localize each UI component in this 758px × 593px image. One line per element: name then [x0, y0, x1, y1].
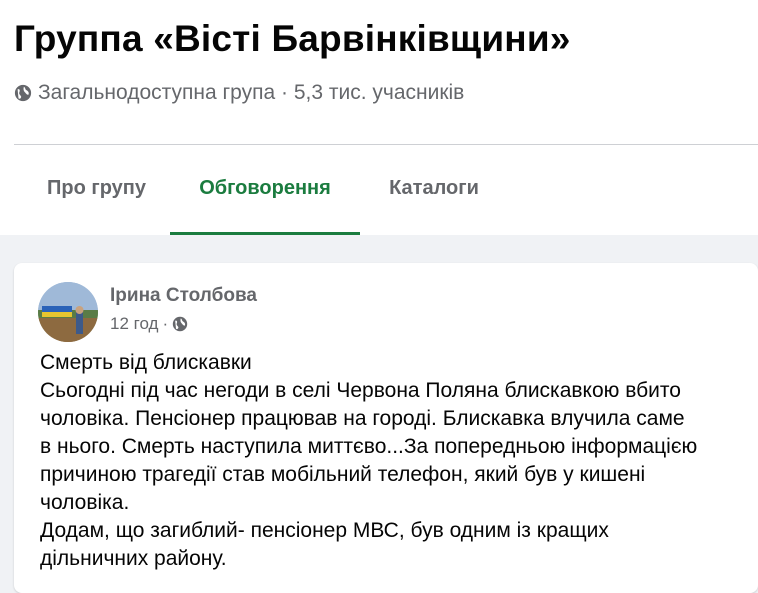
- group-header: Группа «Вісті Барвінківщини» Загальнодос…: [0, 0, 758, 235]
- post-timestamp[interactable]: 12 год: [110, 314, 158, 334]
- post-line: чоловіка. Пенсіонер працював на городі. …: [40, 407, 685, 430]
- tab-about[interactable]: Про групу: [24, 145, 169, 232]
- post-body: Смерть від блискавки Сьогодні під час не…: [40, 349, 752, 573]
- group-title: Группа «Вісті Барвінківщини»: [14, 18, 571, 59]
- post-line: в нього. Смерть наступила миттєво...За п…: [40, 435, 698, 458]
- post-line: Додам, що загиблий- пенсіонер МВС, був о…: [40, 519, 609, 542]
- group-meta-text: Загальнодоступна група · 5,3 тис. учасни…: [38, 81, 465, 104]
- group-tabs: Про групу Обговорення Каталоги: [14, 145, 758, 235]
- post-line: причиною трагедії став мобільний телефон…: [40, 463, 646, 486]
- audience-globe-icon[interactable]: [172, 316, 188, 332]
- group-meta: Загальнодоступна група · 5,3 тис. учасни…: [14, 81, 464, 105]
- post-line: чоловіка.: [40, 491, 130, 514]
- post-line: Смерть від блискавки: [40, 351, 252, 374]
- post-line: дільничних району.: [40, 547, 227, 570]
- meta-separator: ·: [162, 314, 169, 333]
- tab-catalogs[interactable]: Каталоги: [369, 145, 499, 232]
- tab-about-label: Про групу: [47, 177, 146, 199]
- avatar-image: [38, 282, 98, 342]
- post-line: Сьогодні під час негоди в селі Червона П…: [40, 379, 681, 402]
- post-author[interactable]: Ірина Столбова: [110, 285, 257, 307]
- post-card: Ірина Столбова 12 год · Смерть від блиск…: [14, 263, 758, 593]
- globe-icon: [14, 84, 32, 102]
- tab-discussion[interactable]: Обговорення: [170, 145, 360, 235]
- avatar[interactable]: [38, 282, 98, 342]
- active-tab-indicator: [170, 232, 360, 235]
- tab-discussion-label: Обговорення: [199, 177, 331, 199]
- post-meta: 12 год ·: [110, 314, 188, 334]
- tab-catalogs-label: Каталоги: [389, 177, 479, 199]
